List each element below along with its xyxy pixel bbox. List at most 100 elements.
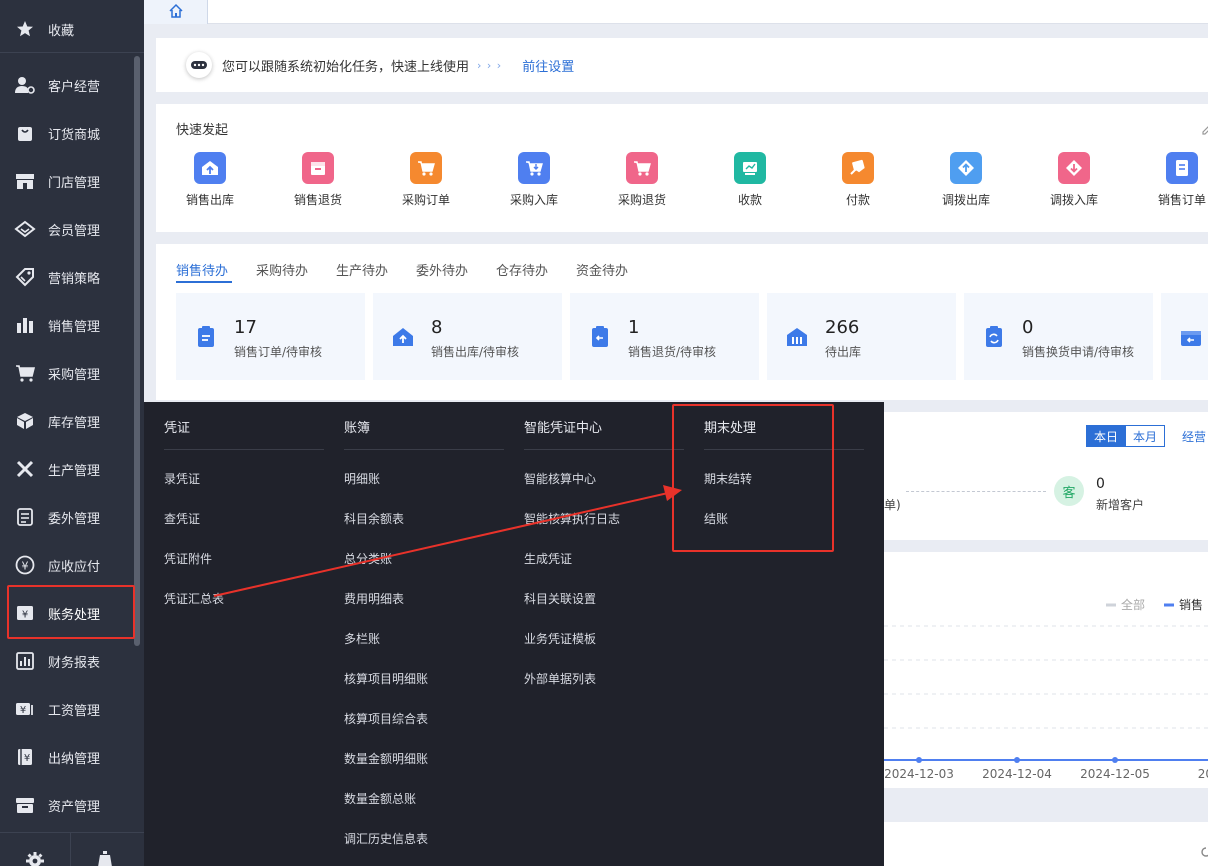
menu-group-smart-voucher: 智能凭证中心 (524, 421, 603, 436)
stat-partial-next[interactable] (1161, 293, 1208, 380)
sidebar-item-assets[interactable]: 资产管理 (0, 781, 136, 829)
data-point (1014, 757, 1020, 763)
quick-sales-outbound[interactable]: 销售出库 (170, 152, 250, 208)
tab-purchase-todo[interactable]: 采购待办 (256, 260, 308, 279)
stat-label: 销售退货/待审核 (628, 345, 717, 359)
menu-item-voucher-template[interactable]: 业务凭证模板 (524, 630, 596, 647)
quick-item-label: 采购入库 (509, 193, 558, 207)
sidebar-item-label: 采购管理 (48, 367, 101, 383)
lamp-icon[interactable] (97, 851, 113, 866)
partial-label: 单) (884, 498, 901, 512)
stat-sales-order-pending[interactable]: 17 销售订单/待审核 (176, 293, 365, 380)
period-month-button[interactable]: 本月 (1125, 425, 1165, 447)
menu-item-general-ledger[interactable]: 总分类账 (344, 550, 392, 567)
tab-production-todo[interactable]: 生产待办 (336, 260, 388, 279)
menu-item-account-balance[interactable]: 科目余额表 (344, 510, 404, 527)
sidebar-item-financial-report[interactable]: 财务报表 (0, 637, 136, 685)
refresh-icon[interactable] (1200, 846, 1208, 861)
tab-warehouse-todo[interactable]: 仓存待办 (496, 260, 548, 279)
quick-purchase-inbound[interactable]: 采购入库 (494, 152, 574, 208)
sidebar-item-purchase[interactable]: 采购管理 (0, 349, 136, 397)
menu-item-query-voucher[interactable]: 查凭证 (164, 510, 200, 527)
stat-label: 待出库 (825, 345, 862, 359)
menu-item-period-end-transfer[interactable]: 期末结转 (704, 470, 752, 487)
sidebar-item-member[interactable]: 会员管理 (0, 205, 136, 253)
menu-item-external-documents[interactable]: 外部单据列表 (524, 670, 596, 687)
quick-item-label: 采购订单 (401, 193, 450, 207)
sidebar-item-label: 订货商城 (48, 127, 101, 143)
menu-item-quantity-amount-detail[interactable]: 数量金额明细账 (344, 750, 428, 767)
diamond-icon (14, 218, 36, 240)
tab-home[interactable] (144, 0, 208, 24)
sidebar-scrollbar[interactable] (134, 56, 140, 646)
sidebar-item-inventory[interactable]: 库存管理 (0, 397, 136, 445)
data-point (1112, 757, 1118, 763)
quick-sales-return[interactable]: 销售退货 (278, 152, 358, 208)
quick-item-label: 收款 (737, 193, 762, 207)
x-tick-label: 2024-12-03 (884, 767, 954, 781)
dashed-connector (906, 491, 1046, 492)
menu-item-close-books[interactable]: 结账 (704, 510, 728, 527)
menu-item-voucher-attachment[interactable]: 凭证附件 (164, 550, 212, 567)
box-icon (14, 410, 36, 432)
menu-item-quantity-amount-total[interactable]: 数量金额总账 (344, 790, 416, 807)
edit-icon[interactable] (1202, 124, 1208, 138)
sidebar-item-accounting[interactable]: ¥ 账务处理 (0, 589, 136, 637)
tab-funds-todo[interactable]: 资金待办 (576, 260, 628, 279)
quick-transfer-out[interactable]: 调拨出库 (926, 152, 1006, 208)
sidebar-item-production[interactable]: 生产管理 (0, 445, 136, 493)
stat-sales-outbound-pending[interactable]: 8 销售出库/待审核 (373, 293, 562, 380)
overview-link[interactable]: 经营 (1182, 428, 1206, 445)
tab-outsourcing-todo[interactable]: 委外待办 (416, 260, 468, 279)
menu-item-generate-voucher[interactable]: 生成凭证 (524, 550, 572, 567)
sidebar-item-label: 财务报表 (48, 655, 101, 671)
menu-item-accounting-item-summary[interactable]: 核算项目综合表 (344, 710, 428, 727)
menu-item-expense-detail[interactable]: 费用明细表 (344, 590, 404, 607)
stat-pending-outbound[interactable]: 266 待出库 (767, 293, 956, 380)
user-manage-icon (14, 74, 36, 96)
sidebar-item-label: 工资管理 (48, 703, 101, 719)
sales-order-icon (1166, 152, 1198, 184)
tab-sales-todo[interactable]: 销售待办 (176, 260, 228, 279)
menu-item-voucher-summary[interactable]: 凭证汇总表 (164, 590, 224, 607)
sidebar-item-outsourcing[interactable]: 委外管理 (0, 493, 136, 541)
sidebar-item-store[interactable]: 门店管理 (0, 157, 136, 205)
menu-item-smart-accounting-center[interactable]: 智能核算中心 (524, 470, 596, 487)
sidebar-item-cashier[interactable]: ¥ 出纳管理 (0, 733, 136, 781)
svg-text:¥: ¥ (20, 705, 26, 716)
stat-exchange-request-pending[interactable]: 0 销售换货申请/待审核 (964, 293, 1153, 380)
settings-icon[interactable] (25, 851, 45, 866)
sidebar-item-receivable[interactable]: ¥ 应收应付 (0, 541, 136, 589)
sidebar-item-customer[interactable]: 客户经营 (0, 61, 136, 109)
menu-item-accounting-item-detail[interactable]: 核算项目明细账 (344, 670, 428, 687)
menu-item-smart-accounting-log[interactable]: 智能核算执行日志 (524, 510, 620, 527)
home-icon (168, 3, 184, 22)
sidebar-item-salary[interactable]: ¥ 工资管理 (0, 685, 136, 733)
go-settings-link[interactable]: 前往设置 (522, 56, 574, 75)
quick-transfer-in[interactable]: 调拨入库 (1034, 152, 1114, 208)
quick-purchase-return[interactable]: 采购退货 (602, 152, 682, 208)
quick-sales-order[interactable]: 销售订单 (1142, 152, 1208, 208)
sidebar-item-favorites[interactable]: 收藏 (0, 5, 136, 53)
quick-purchase-order[interactable]: 采购订单 (386, 152, 466, 208)
sidebar-item-sales[interactable]: 销售管理 (0, 301, 136, 349)
period-today-button[interactable]: 本日 (1086, 425, 1126, 447)
menu-item-enter-voucher[interactable]: 录凭证 (164, 470, 200, 487)
menu-item-multi-column-ledger[interactable]: 多栏账 (344, 630, 380, 647)
quick-receipt[interactable]: 收款 (710, 152, 790, 208)
sidebar-item-marketing[interactable]: 营销策略 (0, 253, 136, 301)
stat-sales-return-pending[interactable]: 1 销售退货/待审核 (570, 293, 759, 380)
sidebar-item-label: 营销策略 (48, 271, 101, 287)
bar-chart-icon (14, 314, 36, 336)
sidebar-item-label: 资产管理 (48, 799, 101, 815)
receipt-icon (734, 152, 766, 184)
sidebar-item-order-mall[interactable]: 订货商城 (0, 109, 136, 157)
transfer-in-icon (1058, 152, 1090, 184)
menu-item-detail-ledger[interactable]: 明细账 (344, 470, 380, 487)
new-customers-value: 0 (1096, 476, 1105, 492)
quick-payment[interactable]: 付款 (818, 152, 898, 208)
warehouse-out-icon (194, 152, 226, 184)
menu-item-exchange-history[interactable]: 调汇历史信息表 (344, 830, 428, 847)
sidebar-bottom-divider (70, 833, 71, 866)
menu-item-account-mapping[interactable]: 科目关联设置 (524, 590, 596, 607)
